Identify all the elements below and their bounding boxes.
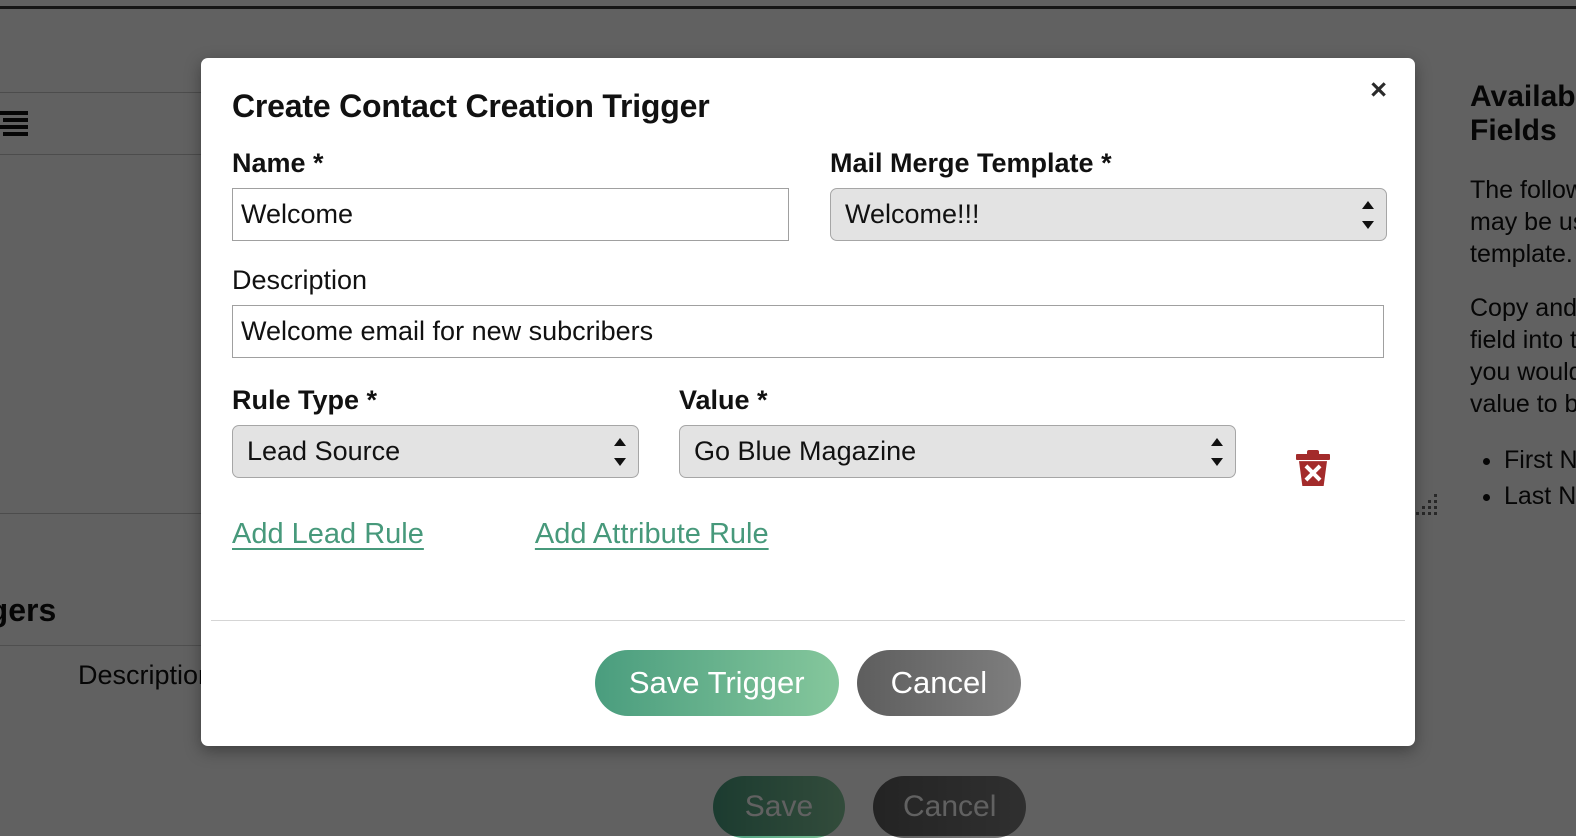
modal-title: Create Contact Creation Trigger (232, 88, 709, 125)
rule-type-select[interactable]: Lead Source (232, 425, 639, 478)
value-select[interactable]: Go Blue Magazine (679, 425, 1236, 478)
close-icon[interactable]: × (1362, 70, 1395, 111)
name-input[interactable] (232, 188, 789, 241)
create-contact-creation-trigger-modal: × Create Contact Creation Trigger Name *… (201, 58, 1415, 746)
value-group: Value * Go Blue Magazine (679, 385, 1236, 478)
rule-row: Rule Type * Lead Source Value * Go Blue … (232, 385, 1384, 478)
mail-merge-template-group: Mail Merge Template * Welcome!!! (830, 148, 1387, 241)
modal-actions: Save Trigger Cancel (201, 650, 1415, 716)
name-field-group: Name * (232, 148, 789, 241)
save-trigger-button[interactable]: Save Trigger (595, 650, 839, 716)
add-lead-rule-link[interactable]: Add Lead Rule (232, 518, 424, 551)
rule-type-group: Rule Type * Lead Source (232, 385, 639, 478)
description-field-group: Description (232, 265, 1384, 358)
mail-merge-template-label: Mail Merge Template * (830, 148, 1387, 179)
description-label: Description (232, 265, 1384, 296)
mail-merge-template-select[interactable]: Welcome!!! (830, 188, 1387, 241)
name-label: Name * (232, 148, 789, 179)
value-value: Go Blue Magazine (679, 425, 1236, 478)
delete-rule-button[interactable] (1279, 432, 1313, 468)
name-and-template-row: Name * Mail Merge Template * Welcome!!! (232, 148, 1384, 241)
value-label: Value * (679, 385, 1236, 416)
description-input[interactable] (232, 305, 1384, 358)
rule-type-value: Lead Source (232, 425, 639, 478)
cancel-button[interactable]: Cancel (857, 650, 1022, 716)
modal-body: Name * Mail Merge Template * Welcome!!! … (232, 148, 1384, 551)
rule-type-label: Rule Type * (232, 385, 639, 416)
add-attribute-rule-link[interactable]: Add Attribute Rule (535, 518, 769, 551)
add-rule-links: Add Lead Rule Add Attribute Rule (232, 518, 1384, 551)
modal-footer-divider (211, 620, 1405, 621)
mail-merge-template-value: Welcome!!! (830, 188, 1387, 241)
